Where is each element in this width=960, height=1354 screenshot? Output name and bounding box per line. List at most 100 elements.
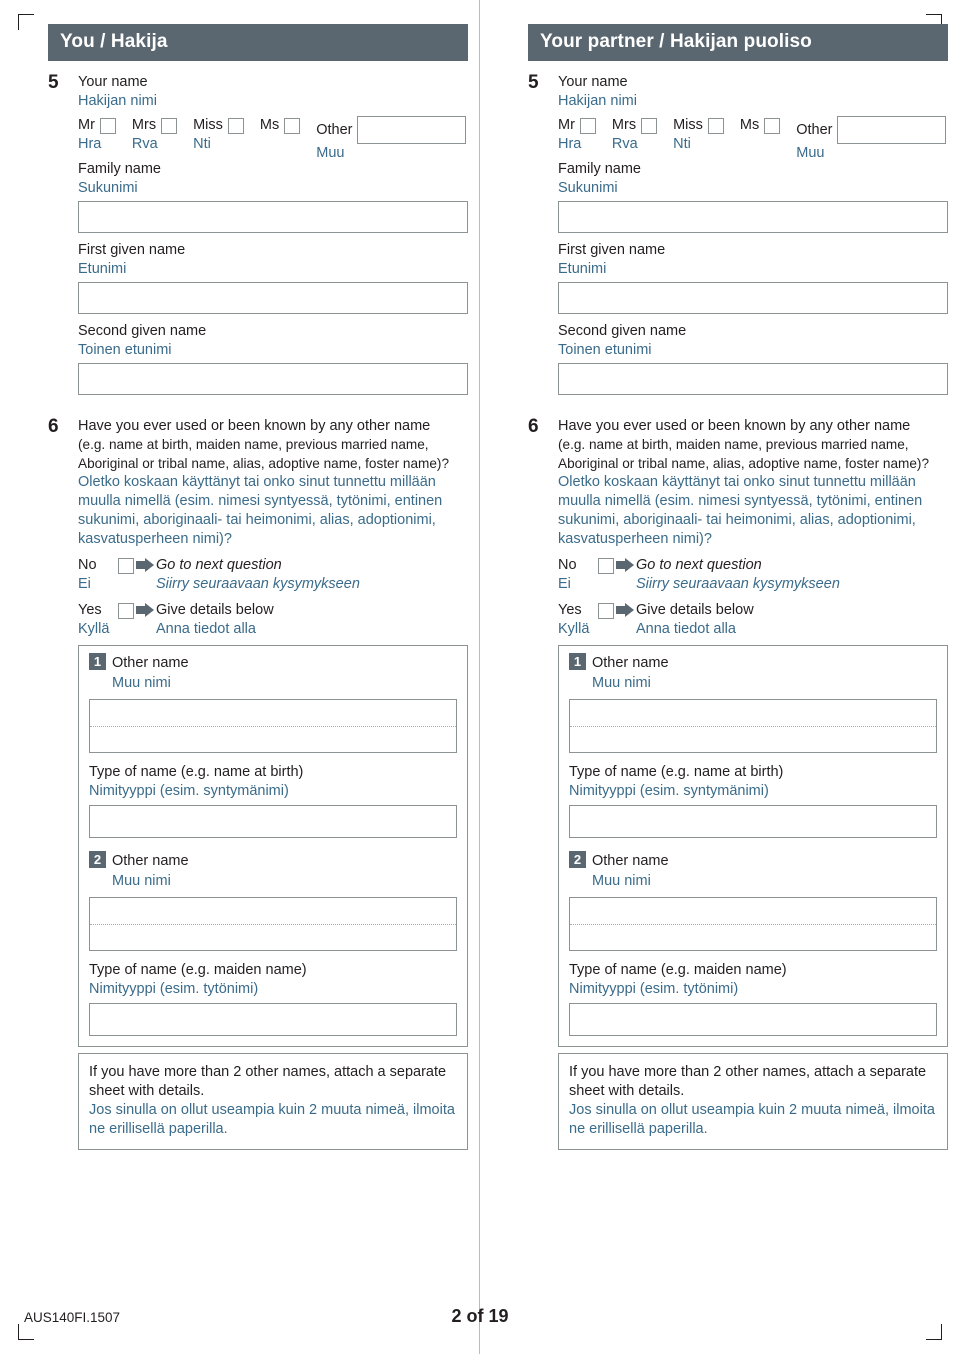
title-label-en: Miss <box>193 117 223 133</box>
title-label-en: Other <box>796 121 833 138</box>
other-name-2-input[interactable] <box>569 897 937 951</box>
title-option-miss: Miss Nti <box>673 116 724 154</box>
answer-no-checkbox[interactable] <box>118 558 134 574</box>
family-name-input[interactable] <box>558 201 948 233</box>
question-number: 6 <box>528 416 539 437</box>
other-name-1-type-input[interactable] <box>569 805 937 838</box>
title-option-mr: Mr Hra <box>558 116 596 154</box>
title-checkbox-ms[interactable] <box>764 117 781 134</box>
note-fi-line2: ne erillisellä paperilla. <box>89 1121 228 1137</box>
other-name-1-type-label: Type of name (e.g. name at birth) Nimity… <box>89 763 457 801</box>
answer-no-action: Go to next question Siirry seuraavaan ky… <box>156 556 468 594</box>
question-text-fi-line2: muulla nimellä (esim. nimesi syntyessä, … <box>558 493 923 509</box>
other-name-label-en: Other name <box>592 853 669 869</box>
other-name-2-input[interactable] <box>89 897 457 951</box>
other-name-1-heading: 1 Other name Muu nimi <box>89 653 457 693</box>
title-label-fi: Nti <box>673 136 691 152</box>
first-given-name-input[interactable] <box>78 282 468 314</box>
title-label-fi: Hra <box>78 136 102 152</box>
title-checkbox-mr[interactable] <box>579 117 596 134</box>
other-name-1-input[interactable] <box>89 699 457 753</box>
title-option-miss: Miss Nti <box>193 116 244 154</box>
other-name-label-fi: Muu nimi <box>112 873 171 889</box>
question-text-fi-line1: Oletko koskaan käyttänyt tai onko sinut … <box>78 474 436 490</box>
other-name-2-type-label: Type of name (e.g. maiden name) Nimityyp… <box>569 961 937 999</box>
other-name-label-en: Other name <box>112 853 189 869</box>
answer-yes-action-fi: Anna tiedot alla <box>636 621 736 637</box>
title-checkbox-miss[interactable] <box>707 117 724 134</box>
title-label-en: Mr <box>78 117 95 133</box>
title-checkbox-mrs[interactable] <box>161 117 178 134</box>
title-checkbox-ms[interactable] <box>284 117 301 134</box>
first-given-name-label-fi: Etunimi <box>558 261 607 277</box>
answer-yes-labels: Yes Kyllä <box>78 601 118 639</box>
type-of-name-label-fi: Nimityyppi (esim. syntymänimi) <box>89 783 289 799</box>
other-name-index-chip: 2 <box>569 851 586 868</box>
section-header-applicant: You / Hakija <box>48 24 468 61</box>
title-option-other: Other Muu <box>316 116 466 163</box>
title-label-en: Mrs <box>131 117 157 133</box>
first-given-name-label: First given name Etunimi <box>78 241 468 279</box>
title-checkbox-miss[interactable] <box>227 117 244 134</box>
answer-no-en: No <box>78 557 97 573</box>
title-other-input[interactable] <box>836 116 946 144</box>
question-text-fi-line2: muulla nimellä (esim. nimesi syntyessä, … <box>78 493 443 509</box>
second-given-name-label-en: Second given name <box>78 323 207 339</box>
other-name-1-group: 1 Other name Muu nimi Type of name (e.g.… <box>558 645 948 1047</box>
question-text-en-line2: (e.g. name at birth, maiden name, previo… <box>78 437 429 452</box>
question-5-applicant: 5 Your name Hakijan nimi Mr Hra Mrs Rva … <box>48 73 468 395</box>
answer-yes-row: Yes Kyllä Give details below Anna tiedot… <box>78 601 468 639</box>
answer-no-action: Go to next question Siirry seuraavaan ky… <box>636 556 948 594</box>
second-given-name-label: Second given name Toinen etunimi <box>558 322 948 360</box>
title-label-en: Ms <box>739 117 760 133</box>
other-name-2-type-input[interactable] <box>569 1003 937 1036</box>
page-number: 2 of 19 <box>451 1306 509 1326</box>
type-of-name-label-fi: Nimityyppi (esim. tytönimi) <box>569 981 739 997</box>
other-name-index-chip: 1 <box>569 653 586 670</box>
note-fi-line1: Jos sinulla on ollut useampia kuin 2 muu… <box>89 1102 455 1118</box>
other-name-2-type-input[interactable] <box>89 1003 457 1036</box>
other-name-2-labels: Other name Muu nimi <box>592 851 669 891</box>
question-label-fi: Hakijan nimi <box>558 93 637 109</box>
other-name-1-group: 1 Other name Muu nimi Type of name (e.g.… <box>78 645 468 1047</box>
title-label-fi: Nti <box>193 136 211 152</box>
page-footer: AUS140FI.1507 2 of 19 <box>0 1306 960 1330</box>
title-label-en: Miss <box>673 117 703 133</box>
other-name-1-type-input[interactable] <box>89 805 457 838</box>
second-given-name-label-fi: Toinen etunimi <box>558 342 652 358</box>
note-en-line1: If you have more than 2 other names, att… <box>569 1064 927 1080</box>
title-other-input[interactable] <box>356 116 466 144</box>
answer-yes-checkbox[interactable] <box>118 603 134 619</box>
question-5-partner: 5 Your name Hakijan nimi Mr Hra Mrs Rva … <box>528 73 948 395</box>
answer-yes-checkbox[interactable] <box>598 603 614 619</box>
extra-names-note: If you have more than 2 other names, att… <box>558 1053 948 1150</box>
other-name-2-heading: 2 Other name Muu nimi <box>569 851 937 891</box>
question-label-en: Your name <box>78 74 148 90</box>
answer-yes-action-en: Give details below <box>636 602 754 618</box>
other-name-1-input[interactable] <box>569 699 937 753</box>
title-checkbox-mrs[interactable] <box>641 117 658 134</box>
other-name-index-chip: 2 <box>89 851 106 868</box>
type-of-name-label-en: Type of name (e.g. name at birth) <box>89 764 304 780</box>
crop-mark-top-left <box>18 14 34 30</box>
note-fi-line1: Jos sinulla on ollut useampia kuin 2 muu… <box>569 1102 935 1118</box>
first-given-name-input[interactable] <box>558 282 948 314</box>
title-option-mrs: Mrs Rva <box>612 116 658 154</box>
question-text-en-line3: Aboriginal or tribal name, alias, adopti… <box>558 455 930 471</box>
title-label-en: Other <box>316 121 353 138</box>
answer-no-row: No Ei Go to next question Siirry seuraav… <box>558 556 948 594</box>
answer-no-checkbox[interactable] <box>598 558 614 574</box>
note-en-line1: If you have more than 2 other names, att… <box>89 1064 447 1080</box>
type-of-name-label-fi: Nimityyppi (esim. syntymänimi) <box>569 783 769 799</box>
question-label-en: Your name <box>558 74 628 90</box>
question-number: 6 <box>48 416 59 437</box>
title-label-fi: Rva <box>131 136 158 152</box>
title-checkbox-mr[interactable] <box>99 117 116 134</box>
title-options-row: Mr Hra Mrs Rva Miss Nti Ms Other Muu <box>558 116 948 161</box>
answer-yes-action-en: Give details below <box>156 602 274 618</box>
second-given-name-input[interactable] <box>558 363 948 395</box>
other-name-label-fi: Muu nimi <box>592 873 651 889</box>
second-given-name-input[interactable] <box>78 363 468 395</box>
answer-no-action-en: Go to next question <box>636 557 762 573</box>
family-name-input[interactable] <box>78 201 468 233</box>
